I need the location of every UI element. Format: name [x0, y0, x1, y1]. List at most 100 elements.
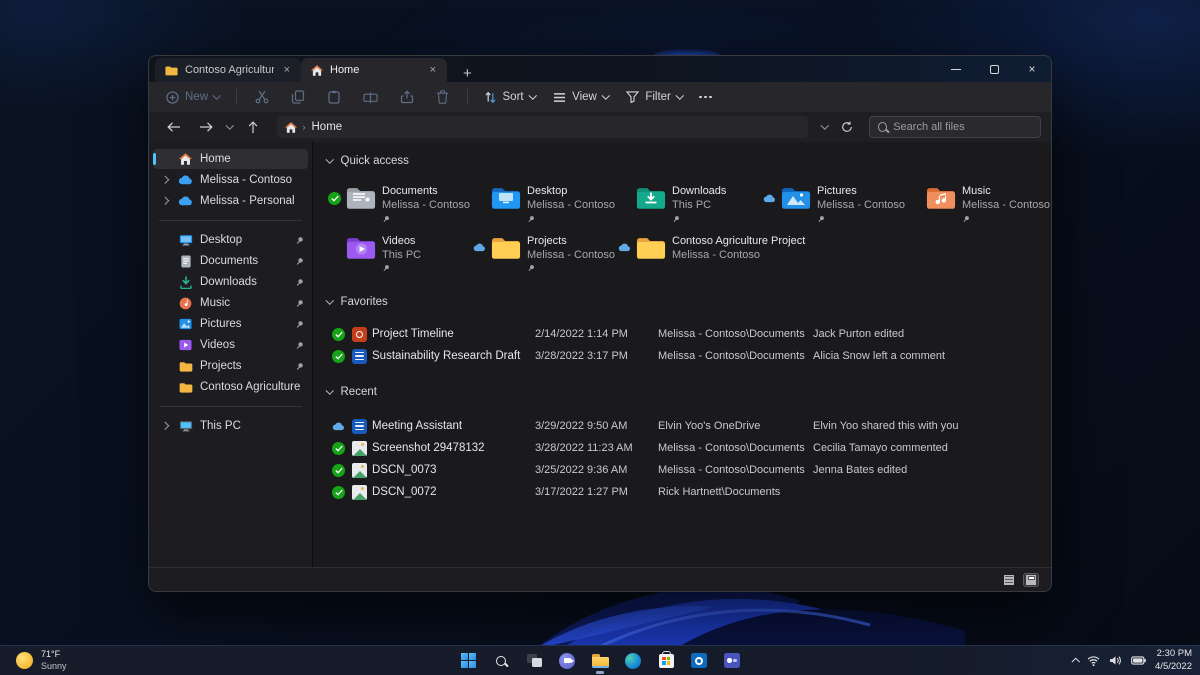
sidebar-item-projects[interactable]: Projects	[153, 356, 308, 376]
cut-button[interactable]	[246, 87, 278, 107]
file-name: Project Timeline	[372, 328, 535, 340]
tab-contoso-agriculture-project[interactable]: Contoso Agriculture Project ×	[155, 58, 301, 82]
section-favorites[interactable]: Favorites	[327, 293, 1051, 311]
refresh-button[interactable]	[833, 118, 861, 136]
tab-close-icon[interactable]: ×	[281, 64, 293, 77]
minimize-button[interactable]	[937, 56, 975, 82]
new-tab-button[interactable]: +	[457, 65, 478, 82]
file-activity: Alicia Snow left a comment	[813, 350, 1037, 362]
forward-button[interactable]	[191, 118, 221, 136]
chat-button[interactable]	[554, 648, 580, 674]
file-name: DSCN_0073	[372, 464, 535, 476]
sidebar-item-desktop[interactable]: Desktop	[153, 230, 308, 250]
quick-access-tile-documents[interactable]: Documents Melissa - Contoso	[327, 178, 472, 228]
breadcrumb[interactable]: › Home	[277, 116, 808, 138]
hidden-icons-button[interactable]	[1073, 658, 1079, 664]
edge-icon	[625, 653, 641, 669]
tab-close-icon[interactable]: ×	[427, 64, 439, 77]
sidebar-item-videos[interactable]: Videos	[153, 335, 308, 355]
arrow-left-icon	[167, 121, 181, 133]
chevron-right-icon[interactable]	[159, 423, 171, 429]
view-button[interactable]: View	[546, 88, 615, 106]
sidebar-item-contoso-agriculture-project[interactable]: Contoso Agriculture Project	[153, 377, 308, 397]
sort-button[interactable]: Sort	[477, 88, 543, 107]
start-button[interactable]	[455, 648, 481, 674]
sort-icon	[484, 91, 497, 104]
chevron-right-icon[interactable]	[159, 177, 171, 183]
quick-access-tile-videos[interactable]: Videos This PC	[327, 228, 472, 278]
large-icons-view-button[interactable]	[1023, 573, 1039, 587]
quick-access-tile-music[interactable]: Music Melissa - Contoso	[907, 178, 1051, 228]
filter-button[interactable]: Filter	[619, 88, 689, 106]
file-modified: 3/25/2022 9:36 AM	[535, 464, 658, 476]
quick-access-tile-desktop[interactable]: Desktop Melissa - Contoso	[472, 178, 617, 228]
recent-locations-button[interactable]	[223, 121, 237, 133]
outlook-button[interactable]	[686, 648, 712, 674]
task-view-button[interactable]	[521, 648, 547, 674]
search-button[interactable]	[488, 648, 514, 674]
folder-icon	[178, 359, 193, 374]
more-options-button[interactable]	[693, 96, 718, 99]
quick-access-tile-downloads[interactable]: Downloads This PC	[617, 178, 762, 228]
chevron-right-icon[interactable]	[159, 198, 171, 204]
sidebar-item-melissa-contoso[interactable]: Melissa - Contoso	[153, 170, 308, 190]
section-recent[interactable]: Recent	[327, 383, 1051, 401]
tab-label: Home	[330, 64, 420, 76]
filter-funnel-icon	[626, 91, 639, 103]
microsoft-store-button[interactable]	[653, 648, 679, 674]
file-row-dscn-0073[interactable]: DSCN_0073 3/25/2022 9:36 AM Melissa - Co…	[327, 459, 1037, 481]
new-button[interactable]: New	[159, 88, 227, 107]
edge-button[interactable]	[620, 648, 646, 674]
home-icon	[178, 152, 193, 167]
section-quick-access[interactable]: Quick access	[327, 152, 1051, 170]
item-location: Melissa - Contoso	[527, 249, 615, 261]
maximize-button[interactable]	[975, 56, 1013, 82]
battery-icon[interactable]	[1131, 656, 1146, 665]
chevron-down-icon	[326, 387, 334, 395]
paste-button[interactable]	[318, 87, 350, 107]
back-button[interactable]	[159, 118, 189, 136]
tab-home[interactable]: Home ×	[301, 58, 447, 82]
onedrive-cloud-icon	[178, 173, 193, 188]
word-icon	[352, 349, 367, 364]
quick-access-tile-projects[interactable]: Projects Melissa - Contoso	[472, 228, 617, 278]
sidebar-item-home[interactable]: Home	[153, 149, 308, 169]
sidebar-item-label: Videos	[200, 339, 288, 351]
file-row-screenshot[interactable]: Screenshot 29478132 3/28/2022 11:23 AM M…	[327, 437, 1037, 459]
arrow-right-icon	[199, 121, 213, 133]
breadcrumb-item[interactable]: Home	[312, 121, 343, 133]
search-input[interactable]	[893, 121, 1032, 133]
file-row-project-timeline[interactable]: Project Timeline 2/14/2022 1:14 PM Melis…	[327, 323, 1037, 345]
onedrive-cloud-icon	[178, 194, 193, 209]
copy-button[interactable]	[282, 87, 314, 107]
teams-button[interactable]	[719, 648, 745, 674]
share-button[interactable]	[391, 87, 423, 107]
sidebar-item-this-pc[interactable]: This PC	[153, 416, 308, 436]
file-row-sustainability-research-draft[interactable]: Sustainability Research Draft 3/28/2022 …	[327, 345, 1037, 367]
details-view-button[interactable]	[1001, 573, 1017, 587]
up-button[interactable]	[239, 118, 267, 137]
pin-icon	[672, 215, 726, 223]
search-box[interactable]	[869, 116, 1041, 138]
sidebar-item-documents[interactable]: Documents	[153, 251, 308, 271]
volume-icon[interactable]	[1109, 655, 1122, 666]
sidebar-item-music[interactable]: Music	[153, 293, 308, 313]
item-location: This PC	[382, 249, 421, 261]
delete-button[interactable]	[427, 87, 458, 107]
quick-access-tile-contoso-agriculture-project[interactable]: Contoso Agriculture Project Melissa - Co…	[617, 228, 837, 278]
quick-access-tile-pictures[interactable]: Pictures Melissa - Contoso	[762, 178, 907, 228]
file-explorer-button[interactable]	[587, 648, 613, 674]
file-row-meeting-assistant[interactable]: Meeting Assistant 3/29/2022 9:50 AM Elvi…	[327, 415, 1037, 437]
close-button[interactable]: ×	[1013, 56, 1051, 82]
pin-icon	[295, 341, 304, 350]
weather-widget[interactable]: 71°F Sunny	[10, 646, 73, 675]
rename-button[interactable]	[354, 88, 387, 107]
chevron-down-icon	[602, 92, 610, 100]
sidebar-item-pictures[interactable]: Pictures	[153, 314, 308, 334]
wifi-icon[interactable]	[1087, 656, 1100, 666]
sidebar-item-melissa-personal[interactable]: Melissa - Personal	[153, 191, 308, 211]
sidebar-item-downloads[interactable]: Downloads	[153, 272, 308, 292]
address-dropdown-button[interactable]	[818, 121, 832, 133]
clock[interactable]: 2:30 PM 4/5/2022	[1155, 648, 1192, 673]
file-row-dscn-0072[interactable]: DSCN_0072 3/17/2022 1:27 PM Rick Hartnet…	[327, 481, 1037, 503]
